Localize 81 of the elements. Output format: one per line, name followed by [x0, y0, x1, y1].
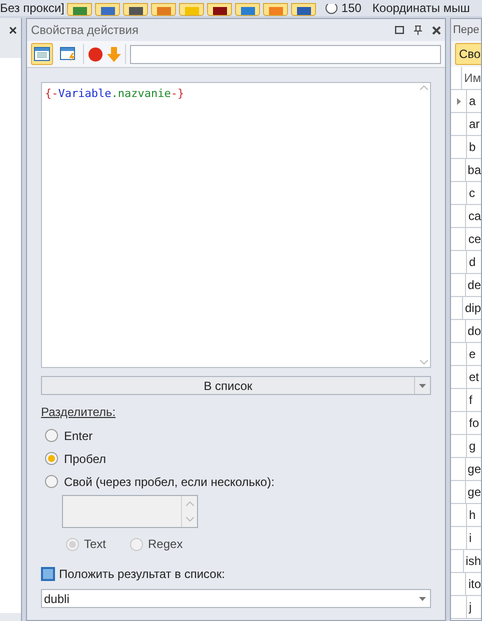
option-label: Regex — [148, 536, 183, 553]
radio-button[interactable] — [130, 538, 144, 550]
spin-down-icon[interactable] — [186, 516, 194, 522]
mouse-coords-text: Координаты мыш — [372, 1, 470, 16]
table-icon — [34, 47, 50, 61]
save-label: Положить результат в список: — [59, 566, 225, 583]
table-cell[interactable]: a — [467, 90, 476, 112]
close-button[interactable]: × — [8, 20, 17, 40]
down-arrow-icon[interactable] — [107, 46, 121, 62]
radio-button[interactable] — [45, 452, 58, 465]
option-label: Свой (через пробел, если несколько): — [64, 474, 274, 490]
window-lightning-icon — [60, 46, 76, 62]
tool-icon — [212, 7, 227, 15]
table-cell[interactable]: h — [467, 504, 476, 526]
scroll-up-icon[interactable] — [420, 85, 428, 90]
table-cell[interactable]: f — [467, 389, 472, 411]
table-cell[interactable]: et — [467, 366, 480, 388]
table-cell[interactable]: i — [467, 527, 472, 549]
radio-button[interactable] — [66, 538, 79, 550]
panel-title: Пере — [453, 22, 480, 38]
table-cell[interactable]: ba — [466, 159, 481, 181]
search-field[interactable] — [130, 44, 441, 64]
panel-title: Свойства действия — [31, 22, 140, 39]
table-cell[interactable]: ar — [467, 113, 480, 135]
option-label: Пробел — [64, 450, 106, 468]
tool-icon — [184, 7, 199, 15]
table-cell[interactable]: ce — [466, 228, 481, 250]
table-cell[interactable]: ito — [466, 573, 481, 595]
toolbar-button[interactable] — [291, 3, 316, 16]
properties-button[interactable]: Сво — [455, 43, 481, 65]
caret-icon — [418, 596, 426, 600]
option-label: Text — [84, 536, 106, 553]
table-cell[interactable]: ish — [464, 550, 481, 572]
toolbar-button[interactable] — [95, 3, 120, 16]
table-cell[interactable]: ca — [466, 205, 481, 227]
radio-button[interactable] — [45, 429, 58, 442]
code-editor[interactable]: {-Variable.nazvanie-} — [41, 82, 431, 368]
tool-icon — [100, 7, 115, 15]
caret-icon — [419, 384, 426, 388]
row-pointer-icon — [456, 98, 460, 104]
counter-text: 150 — [341, 1, 362, 16]
tool-icon — [268, 7, 283, 15]
toolbar-button[interactable] — [31, 43, 53, 65]
table-cell[interactable]: dip — [462, 297, 481, 319]
table-cell[interactable]: de — [466, 274, 481, 296]
radio-button[interactable] — [45, 475, 58, 488]
save-icon — [41, 567, 55, 581]
proxy-label: Без прокси] — [0, 1, 64, 16]
table-cell[interactable]: do — [466, 320, 481, 342]
pin-icon[interactable] — [414, 25, 422, 35]
maximize-icon[interactable] — [395, 26, 404, 34]
tool-icon — [156, 7, 171, 15]
table-cell[interactable]: b — [467, 136, 476, 158]
stop-icon[interactable] — [88, 46, 103, 62]
tool-icon — [72, 7, 87, 15]
toolbar-button[interactable] — [67, 3, 92, 16]
table-cell[interactable]: ge — [466, 481, 481, 503]
option-label: Enter — [64, 428, 93, 444]
editor-text: {-Variable.nazvanie-} — [45, 87, 184, 100]
tool-icon — [240, 7, 255, 15]
tool-icon — [128, 7, 143, 15]
table-cell[interactable]: e — [467, 343, 476, 365]
mode-dropdown[interactable]: В список — [41, 376, 431, 395]
table-cell[interactable]: j — [467, 596, 472, 618]
table-cell[interactable]: d — [467, 251, 476, 273]
tool-icon — [296, 7, 311, 15]
spin-up-icon[interactable] — [186, 501, 194, 506]
toolbar-button[interactable] — [123, 3, 148, 16]
list-dropdown[interactable]: dubli — [41, 589, 431, 608]
table-cell[interactable]: c — [467, 182, 475, 204]
clock-icon — [325, 4, 338, 16]
table-cell[interactable]: g — [467, 435, 476, 457]
close-icon[interactable] — [432, 26, 441, 34]
toolbar-button[interactable] — [235, 3, 260, 16]
table-cell[interactable]: ge — [466, 458, 481, 480]
scroll-down-icon[interactable] — [420, 360, 428, 365]
separator-label: Разделитель: — [41, 404, 116, 421]
column-header[interactable]: Им — [462, 67, 481, 89]
toolbar-button[interactable] — [207, 3, 232, 16]
table-cell[interactable]: fo — [467, 412, 480, 434]
custom-separator-field[interactable] — [62, 495, 198, 528]
